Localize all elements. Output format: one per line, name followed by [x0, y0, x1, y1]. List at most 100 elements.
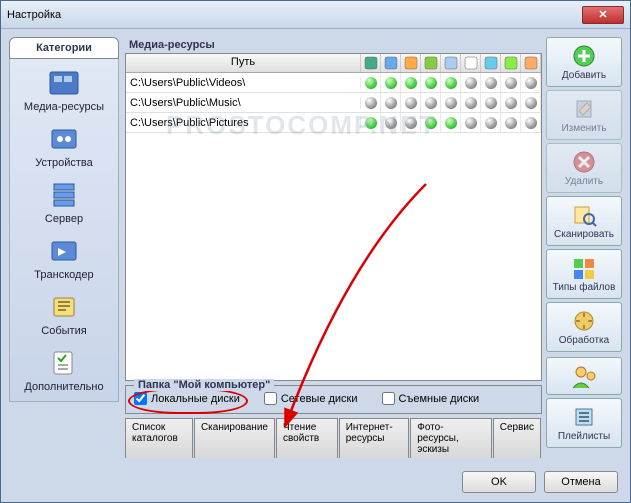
sidebar-item-label: Медиа-ресурсы [24, 101, 104, 113]
add-button[interactable]: Добавить [546, 37, 622, 87]
status-dot-icon [485, 97, 497, 109]
status-dot-cell[interactable] [501, 93, 521, 113]
toolbar-label: Изменить [561, 123, 606, 134]
user-button[interactable] [546, 357, 622, 395]
tab[interactable]: Чтение свойств [276, 418, 338, 458]
status-dot-cell[interactable] [441, 73, 461, 93]
edit-button: Изменить [546, 90, 622, 140]
sidebar-item-label: События [41, 325, 86, 337]
status-dot-cell[interactable] [501, 73, 521, 93]
ok-button[interactable]: OK [462, 471, 536, 493]
table-row[interactable]: C:\Users\Public\Music\ [126, 93, 541, 113]
status-dot-cell[interactable] [441, 93, 461, 113]
table-row[interactable]: C:\Users\Public\Pictures [126, 113, 541, 133]
col-type-icon[interactable] [361, 54, 381, 72]
status-dot-cell[interactable] [421, 113, 441, 133]
status-dot-icon [465, 117, 477, 129]
sidebar-item-advanced[interactable]: Дополнительно [12, 343, 116, 397]
status-dot-cell[interactable] [461, 93, 481, 113]
status-dot-cell[interactable] [501, 113, 521, 133]
cancel-button[interactable]: Отмена [544, 471, 618, 493]
tab[interactable]: Сервис [493, 418, 541, 458]
status-dot-cell[interactable] [461, 113, 481, 133]
right-toolbar: Добавить Изменить Удалить Сканировать Типы ф… [546, 37, 622, 458]
status-dot-cell[interactable] [441, 113, 461, 133]
category-icon [46, 291, 82, 323]
window-title: Настройка [7, 9, 582, 21]
status-dot-cell[interactable] [461, 73, 481, 93]
group-title: Папка "Мой компьютер" [134, 379, 274, 391]
check-local[interactable]: Локальные диски [134, 392, 240, 405]
footer: OK Отмена [1, 466, 630, 498]
table-row[interactable]: C:\Users\Public\Videos\ [126, 73, 541, 93]
check-removable[interactable]: Съемные диски [382, 392, 480, 405]
col-type-icon[interactable] [481, 54, 501, 72]
status-dot-cell[interactable] [381, 73, 401, 93]
status-dot-cell[interactable] [521, 73, 541, 93]
toolbar-icon [570, 43, 598, 69]
status-dot-icon [425, 77, 437, 89]
checkbox[interactable] [382, 392, 395, 405]
status-dot-cell[interactable] [481, 93, 501, 113]
tab[interactable]: Сканирование [194, 418, 275, 458]
scan-button[interactable]: Сканировать [546, 196, 622, 246]
check-network[interactable]: Сетевые диски [264, 392, 358, 405]
close-button[interactable]: ✕ [582, 6, 624, 24]
status-dot-cell[interactable] [421, 93, 441, 113]
checkbox[interactable] [134, 392, 147, 405]
sidebar-item-media[interactable]: Медиа-ресурсы [12, 63, 116, 117]
bottom-tabs: Список каталоговСканированиеЧтение свойс… [125, 418, 542, 458]
status-dot-icon [365, 97, 377, 109]
toolbar-label: Сканировать [554, 229, 614, 240]
category-icon [46, 123, 82, 155]
checkbox[interactable] [264, 392, 277, 405]
col-type-icon[interactable] [501, 54, 521, 72]
sidebar-item-devices[interactable]: Устройства [12, 119, 116, 173]
status-dot-cell[interactable] [401, 93, 421, 113]
status-dot-icon [445, 117, 457, 129]
section-title: Медиа-ресурсы [125, 37, 542, 53]
sidebar-item-events[interactable]: События [12, 287, 116, 341]
toolbar-icon [570, 202, 598, 228]
col-type-icon[interactable] [461, 54, 481, 72]
status-dot-cell[interactable] [381, 113, 401, 133]
status-dot-cell[interactable] [521, 113, 541, 133]
status-dot-icon [425, 97, 437, 109]
status-dot-cell[interactable] [361, 93, 381, 113]
status-dot-cell[interactable] [481, 73, 501, 93]
paths-table: PROSTOCOMP.NET Путь C:\Users\Public\Vide… [125, 53, 542, 381]
status-dot-cell[interactable] [361, 73, 381, 93]
mycomputer-group: Папка "Мой компьютер" Локальные дискиСет… [125, 385, 542, 414]
titlebar: Настройка ✕ [1, 1, 630, 29]
sidebar-item-label: Дополнительно [24, 381, 103, 393]
status-dot-cell[interactable] [401, 73, 421, 93]
check-label: Локальные диски [151, 393, 240, 405]
sidebar-item-server[interactable]: Сервер [12, 175, 116, 229]
filetypes-button[interactable]: Типы файлов [546, 249, 622, 299]
sidebar-item-label: Устройства [35, 157, 93, 169]
status-dot-icon [405, 117, 417, 129]
status-dot-cell[interactable] [401, 113, 421, 133]
col-path[interactable]: Путь [126, 54, 361, 72]
playlists-button[interactable]: Плейлисты [546, 398, 622, 448]
processing-button[interactable]: Обработка [546, 302, 622, 352]
status-dot-cell[interactable] [421, 73, 441, 93]
status-dot-icon [405, 77, 417, 89]
tab[interactable]: Список каталогов [125, 418, 193, 458]
col-type-icon[interactable] [441, 54, 461, 72]
tab[interactable]: Интернет-ресурсы [339, 418, 410, 458]
category-icon [46, 67, 82, 99]
status-dot-cell[interactable] [521, 93, 541, 113]
col-type-icon[interactable] [521, 54, 541, 72]
status-dot-cell[interactable] [361, 113, 381, 133]
tab[interactable]: Фото-ресурсы, эскизы [410, 418, 492, 458]
col-type-icon[interactable] [421, 54, 441, 72]
check-label: Съемные диски [399, 393, 480, 405]
path-cell: C:\Users\Public\Pictures [126, 117, 361, 129]
status-dot-cell[interactable] [481, 113, 501, 133]
toolbar-label: Удалить [565, 176, 603, 187]
status-dot-cell[interactable] [381, 93, 401, 113]
sidebar-item-transcoder[interactable]: Транскодер [12, 231, 116, 285]
col-type-icon[interactable] [401, 54, 421, 72]
col-type-icon[interactable] [381, 54, 401, 72]
